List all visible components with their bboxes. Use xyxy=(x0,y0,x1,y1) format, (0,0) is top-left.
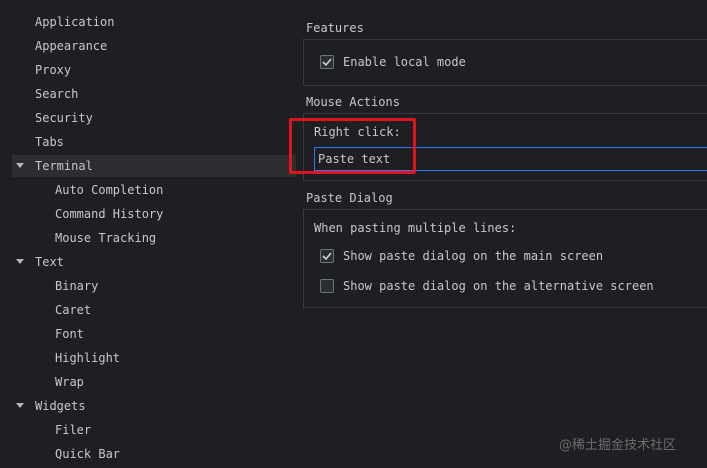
tree-item-widgets[interactable]: Widgets xyxy=(12,395,296,417)
enable-local-mode-checkbox[interactable]: Enable local mode xyxy=(320,53,466,71)
tree-item-highlight[interactable]: Highlight xyxy=(12,347,296,369)
paste-dialog-panel: When pasting multiple lines: Show paste … xyxy=(303,209,707,308)
tree-item-label: Auto Completion xyxy=(55,183,164,197)
mouse-actions-section-title: Mouse Actions xyxy=(306,95,400,109)
tree-item-application[interactable]: Application xyxy=(12,11,296,33)
tree-item-tabs[interactable]: Tabs xyxy=(12,131,296,153)
paste-dialog-section-title: Paste Dialog xyxy=(306,191,393,205)
tree-item-label: Widgets xyxy=(35,399,86,413)
tree-item-caret[interactable]: Caret xyxy=(12,299,296,321)
tree-item-terminal[interactable]: Terminal xyxy=(12,155,296,177)
tree-item-command-history[interactable]: Command History xyxy=(12,203,296,225)
tree-item-label: Text xyxy=(35,255,64,269)
checkbox-checked-icon xyxy=(320,249,334,263)
show-paste-dialog-main-label: Show paste dialog on the main screen xyxy=(343,249,604,263)
show-paste-dialog-alt-checkbox[interactable]: Show paste dialog on the alternative scr… xyxy=(320,277,654,295)
expand-arrow-icon[interactable] xyxy=(16,403,24,408)
tree-item-quick-bar[interactable]: Quick Bar xyxy=(12,443,296,465)
checkbox-checked-icon xyxy=(320,55,334,69)
tree-item-font[interactable]: Font xyxy=(12,323,296,345)
tree-item-label: Application xyxy=(35,15,115,29)
settings-tree: Application Appearance Proxy Search Secu… xyxy=(0,0,296,468)
tree-item-label: Filer xyxy=(55,423,92,437)
tree-item-wrap[interactable]: Wrap xyxy=(12,371,296,393)
tree-item-appearance[interactable]: Appearance xyxy=(12,35,296,57)
tree-item-label: Binary xyxy=(55,279,99,293)
tree-item-label: Search xyxy=(35,87,79,101)
tree-item-label: Highlight xyxy=(55,351,121,365)
tree-item-label: Command History xyxy=(55,207,164,221)
show-paste-dialog-alt-label: Show paste dialog on the alternative scr… xyxy=(343,279,654,293)
tree-item-label: Quick Bar xyxy=(55,447,121,461)
tree-item-label: Terminal xyxy=(35,159,93,173)
tree-item-security[interactable]: Security xyxy=(12,107,296,129)
enable-local-mode-label: Enable local mode xyxy=(343,55,466,69)
tree-item-label: Appearance xyxy=(35,39,108,53)
tree-item-mouse-tracking[interactable]: Mouse Tracking xyxy=(12,227,296,249)
tree-item-binary[interactable]: Binary xyxy=(12,275,296,297)
tree-item-label: Font xyxy=(55,327,84,341)
expand-arrow-icon[interactable] xyxy=(16,163,24,168)
tree-item-filer[interactable]: Filer xyxy=(12,419,296,441)
watermark: @稀土掘金技术社区 xyxy=(559,438,677,453)
tree-item-label: Caret xyxy=(55,303,92,317)
show-paste-dialog-main-checkbox[interactable]: Show paste dialog on the main screen xyxy=(320,247,603,265)
tree-item-label: Proxy xyxy=(35,63,72,77)
checkbox-unchecked-icon xyxy=(320,279,334,293)
tree-item-label: Wrap xyxy=(55,375,84,389)
tree-item-search[interactable]: Search xyxy=(12,83,296,105)
features-panel: Enable local mode xyxy=(303,39,707,86)
tree-item-text[interactable]: Text xyxy=(12,251,296,273)
tree-item-label: Tabs xyxy=(35,135,64,149)
tree-item-label: Security xyxy=(35,111,93,125)
features-section-title: Features xyxy=(306,21,364,35)
expand-arrow-icon[interactable] xyxy=(16,259,24,264)
annotation-highlight-box xyxy=(289,118,416,174)
tree-item-auto-completion[interactable]: Auto Completion xyxy=(12,179,296,201)
tree-item-label: Mouse Tracking xyxy=(55,231,157,245)
tree-item-proxy[interactable]: Proxy xyxy=(12,59,296,81)
paste-dialog-description: When pasting multiple lines: xyxy=(314,221,517,235)
